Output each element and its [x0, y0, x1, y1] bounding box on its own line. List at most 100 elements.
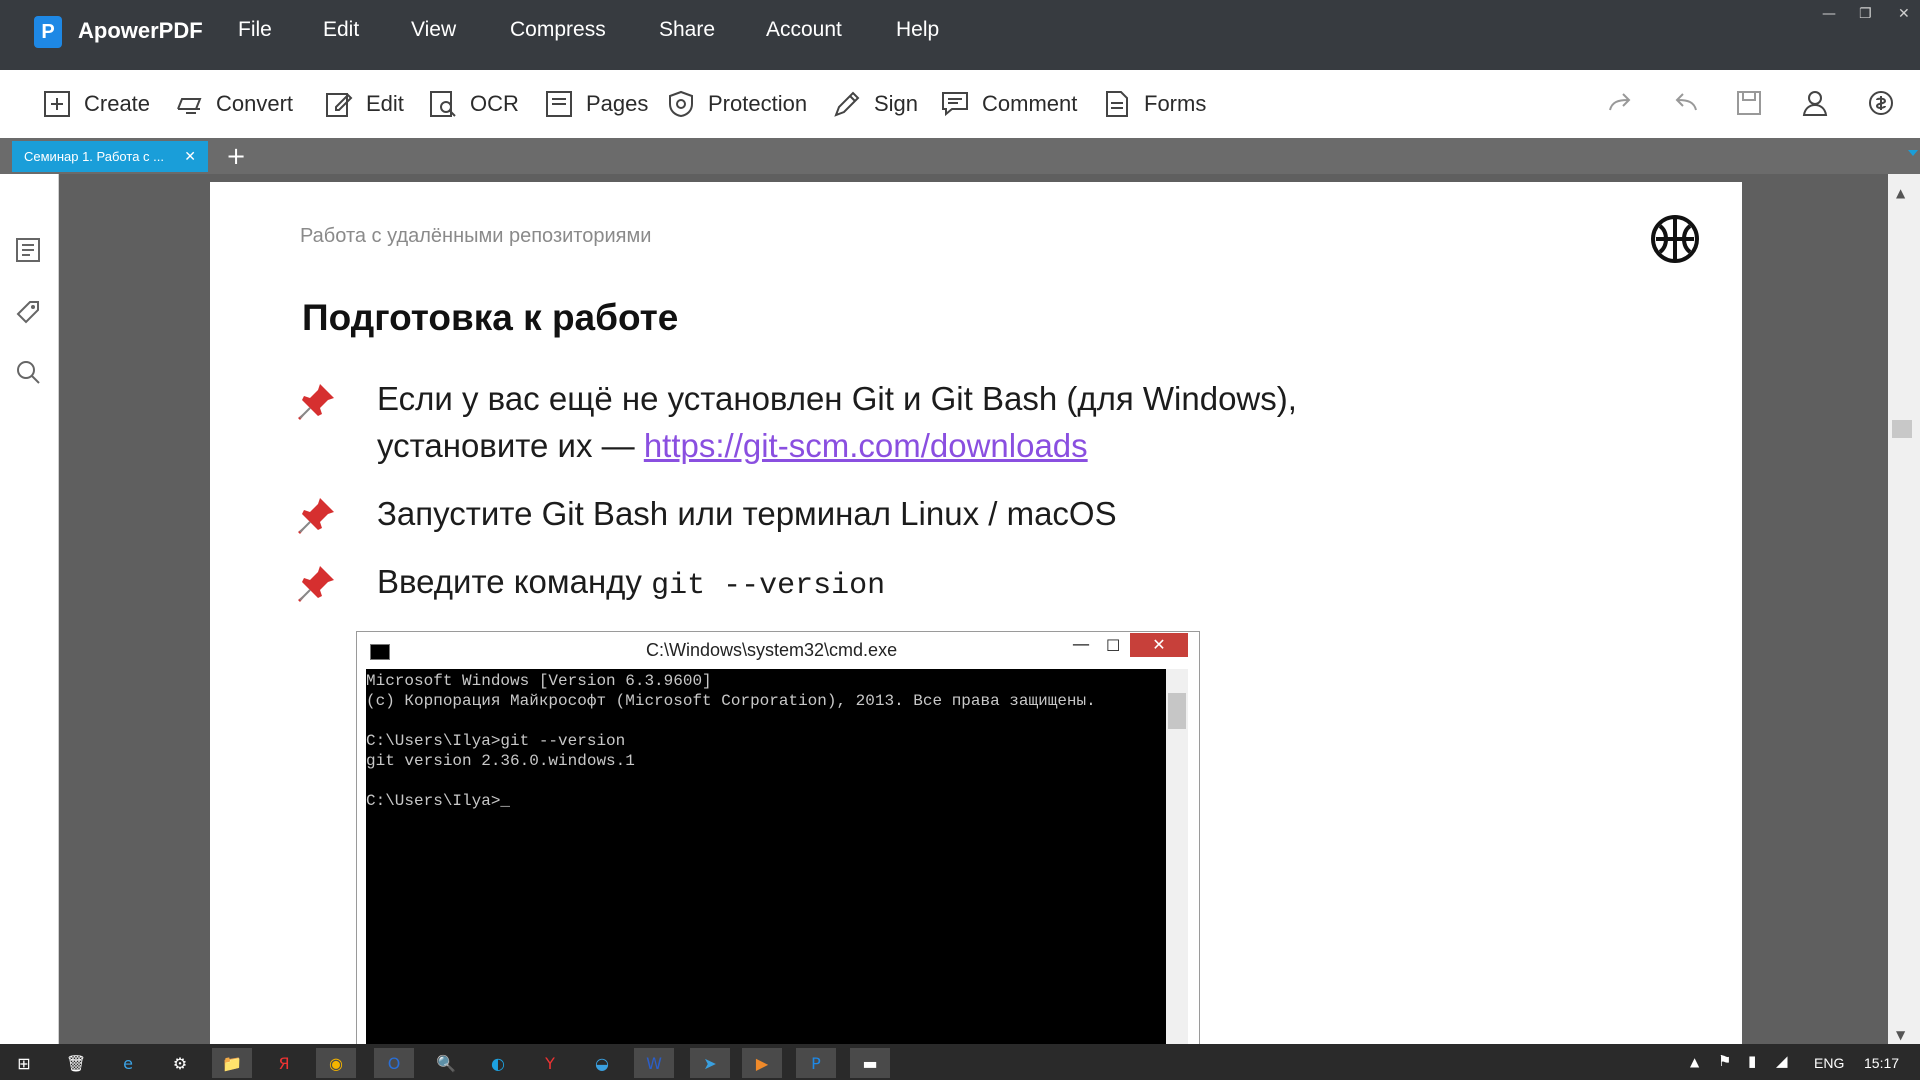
- search-icon[interactable]: [14, 358, 42, 386]
- bullet-3-prefix: Введите команду: [377, 563, 652, 600]
- user-button[interactable]: [1800, 88, 1830, 123]
- ie-icon[interactable]: e: [108, 1048, 148, 1078]
- outlook-icon[interactable]: O: [374, 1048, 414, 1078]
- add-tab-button[interactable]: +: [226, 142, 246, 170]
- app-name: ApowerPDF: [78, 18, 203, 43]
- flag-icon[interactable]: ⚑: [1718, 1052, 1731, 1070]
- scroll-up-icon[interactable]: ▲: [1896, 186, 1905, 200]
- bookmark-tag-icon[interactable]: [14, 298, 42, 326]
- app-logo-icon: P: [34, 16, 62, 48]
- create-button[interactable]: Create: [42, 86, 150, 122]
- bullet-1-prefix: установите их —: [377, 427, 644, 464]
- brain-logo-icon: [1651, 215, 1699, 263]
- redo-icon: [1609, 93, 1631, 111]
- cmd-window-icon: [370, 644, 390, 660]
- undo-button[interactable]: [1670, 88, 1700, 123]
- section-heading: Подготовка к работе: [302, 297, 679, 338]
- yandex-browser-icon[interactable]: Y: [530, 1048, 570, 1078]
- cmd-taskbar-icon[interactable]: ▬: [850, 1048, 890, 1078]
- start-button-icon[interactable]: ⊞: [4, 1048, 44, 1078]
- telegram-icon[interactable]: ➤: [690, 1048, 730, 1078]
- console-line: (c) Корпорация Майкрософт (Microsoft Cor…: [366, 692, 1096, 710]
- forms-label: Forms: [1144, 91, 1207, 116]
- create-label: Create: [84, 91, 151, 116]
- network-icon[interactable]: ◢: [1776, 1052, 1788, 1070]
- pen-icon: [834, 91, 860, 117]
- sign-button[interactable]: Sign: [832, 86, 918, 122]
- pages-label: Pages: [586, 91, 649, 116]
- cmd-close-icon: ✕: [1130, 633, 1188, 657]
- cmd-maximize-icon: ☐: [1106, 636, 1121, 655]
- taskbar-app-icon[interactable]: ⚙: [160, 1048, 200, 1078]
- cmd-window-title: C:\Windows\system32\cmd.exe: [646, 640, 898, 660]
- taskbar-app-icon[interactable]: ◒: [582, 1048, 622, 1078]
- console-line: git version 2.36.0.windows.1: [366, 752, 635, 770]
- word-icon[interactable]: W: [634, 1048, 674, 1078]
- language-indicator[interactable]: ENG: [1814, 1055, 1844, 1071]
- cmd-minimize-icon: —: [1072, 634, 1090, 655]
- clock[interactable]: 15:17: [1864, 1055, 1899, 1071]
- convert-icon: [177, 98, 202, 114]
- forms-icon: [1106, 91, 1128, 117]
- plus-square-icon: [44, 91, 70, 117]
- menu-file[interactable]: File: [238, 18, 272, 42]
- git-download-link[interactable]: https://git-scm.com/downloads: [644, 427, 1088, 464]
- edit-label: Edit: [366, 91, 404, 116]
- ocr-icon: [430, 91, 456, 117]
- protection-label: Protection: [708, 91, 808, 116]
- forms-button[interactable]: Forms: [1102, 86, 1206, 122]
- save-button[interactable]: [1734, 88, 1764, 123]
- bullet-1-line-1: Если у вас ещё не установлен Git и Git B…: [377, 380, 1297, 417]
- tab-dropdown-icon[interactable]: [1908, 150, 1918, 156]
- currency-button[interactable]: [1866, 88, 1896, 123]
- close-tab-icon[interactable]: ✕: [184, 148, 196, 165]
- close-icon[interactable]: ✕: [1898, 6, 1910, 22]
- menu-edit[interactable]: Edit: [323, 18, 359, 42]
- tray-expand-icon[interactable]: ▲: [1690, 1055, 1699, 1069]
- page-header: Работа с удалёнными репозиториями: [300, 225, 652, 247]
- ocr-button[interactable]: OCR: [428, 86, 519, 122]
- save-icon: [1737, 91, 1761, 115]
- scroll-down-icon[interactable]: ▼: [1896, 1028, 1905, 1042]
- menu-compress[interactable]: Compress: [510, 18, 606, 42]
- search-app-icon[interactable]: 🔍: [426, 1048, 466, 1078]
- yandex-icon[interactable]: Я: [264, 1048, 304, 1078]
- bullet-3-text: Введите команду git --version: [377, 563, 885, 603]
- protection-button[interactable]: Protection: [666, 86, 807, 122]
- document-tab-label: Семинар 1. Работа с ...: [24, 149, 164, 164]
- ocr-label: OCR: [470, 91, 519, 116]
- git-version-command: git --version: [651, 569, 886, 603]
- cmd-console: [366, 669, 1166, 1050]
- restore-icon[interactable]: ❐: [1859, 6, 1872, 22]
- shield-icon: [669, 90, 693, 118]
- media-player-icon[interactable]: ▶: [742, 1048, 782, 1078]
- tab-bar: [0, 138, 1920, 174]
- chrome-icon[interactable]: ◉: [316, 1048, 356, 1078]
- undo-icon: [1675, 93, 1697, 111]
- taskbar-app-icon[interactable]: 🗑: [56, 1048, 96, 1078]
- edit-button[interactable]: Edit: [324, 86, 404, 122]
- edge-icon[interactable]: ◐: [478, 1048, 518, 1078]
- file-explorer-icon[interactable]: 📁: [212, 1048, 252, 1078]
- sign-label: Sign: [874, 91, 919, 116]
- currency-icon: [1869, 91, 1893, 115]
- menu-account[interactable]: Account: [766, 18, 842, 42]
- console-line: C:\Users\Ilya>_: [366, 792, 511, 810]
- apowerpdf-taskbar-icon[interactable]: P: [796, 1048, 836, 1078]
- thumbnails-icon[interactable]: [14, 236, 42, 264]
- menu-view[interactable]: View: [411, 18, 456, 42]
- menu-help[interactable]: Help: [896, 18, 939, 42]
- pages-icon: [546, 91, 572, 117]
- vertical-scrollbar[interactable]: [1888, 174, 1920, 1044]
- redo-button[interactable]: [1606, 88, 1636, 123]
- battery-icon[interactable]: ▮: [1748, 1052, 1756, 1070]
- scroll-thumb[interactable]: [1892, 420, 1912, 438]
- comment-button[interactable]: Comment: [940, 86, 1077, 122]
- pages-button[interactable]: Pages: [544, 86, 648, 122]
- title-bar: [0, 0, 1920, 70]
- console-line: Microsoft Windows [Version 6.3.9600]: [366, 672, 712, 690]
- menu-share[interactable]: Share: [659, 18, 715, 42]
- document-tab[interactable]: Семинар 1. Работа с ... ✕: [12, 141, 208, 172]
- minimize-icon[interactable]: —: [1822, 6, 1836, 22]
- convert-button[interactable]: Convert: [174, 86, 293, 122]
